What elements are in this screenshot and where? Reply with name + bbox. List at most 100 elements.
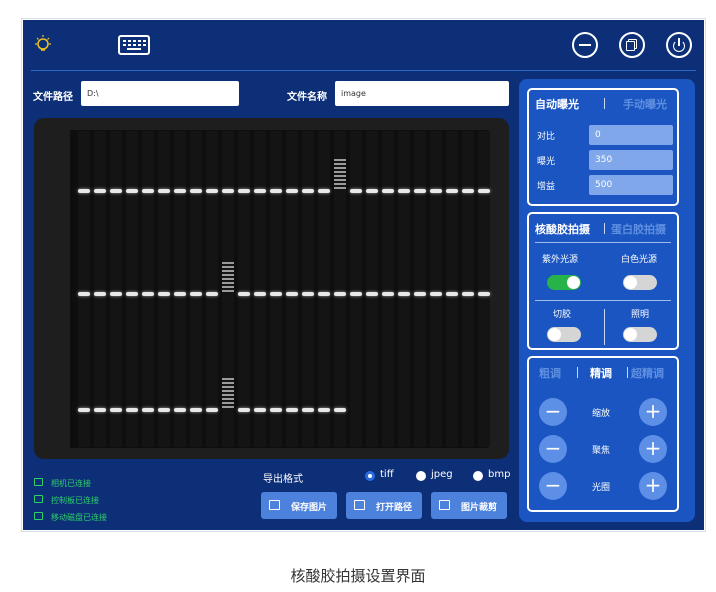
gain-field[interactable]: 500 xyxy=(589,175,673,195)
tab-coarse[interactable]: 粗调 xyxy=(539,365,561,381)
tab-nucleic-acid[interactable]: 核酸胶拍摄 xyxy=(535,221,590,237)
gel-band xyxy=(110,292,122,296)
exposure-field[interactable]: 350 xyxy=(589,150,673,170)
figure-caption: 核酸胶拍摄设置界面 xyxy=(290,567,426,585)
contrast-field[interactable]: 0 xyxy=(589,125,673,145)
gel-lane xyxy=(446,131,458,447)
gel-lane xyxy=(126,131,138,447)
gel-lane xyxy=(238,131,250,447)
capture-box: 核酸胶拍摄 蛋白胶拍摄 紫外光源 白色光源 切胶 照明 xyxy=(527,212,679,350)
gel-band xyxy=(478,189,490,193)
board-status: 控制板已连接 xyxy=(51,496,99,505)
focus-plus-button[interactable]: + xyxy=(639,435,667,463)
gel-band xyxy=(222,189,234,193)
exposure-box: 自动曝光 手动曝光 对比 0 曝光 350 增益 500 xyxy=(527,88,679,206)
restore-icon[interactable] xyxy=(619,32,645,58)
radio-jpeg[interactable] xyxy=(416,471,426,481)
gel-band xyxy=(190,189,202,193)
gel-band xyxy=(94,408,106,412)
illumination-toggle[interactable] xyxy=(623,327,657,342)
gel-band xyxy=(206,292,218,296)
top-toolbar xyxy=(23,20,704,70)
gel-band xyxy=(190,408,202,412)
gel-cut-label: 切胶 xyxy=(553,310,572,320)
crop-image-button[interactable]: 图片裁剪 xyxy=(431,492,507,519)
aperture-plus-button[interactable]: + xyxy=(639,472,667,500)
gel-image-viewer[interactable] xyxy=(34,118,509,459)
gel-lane xyxy=(318,131,330,447)
ladder-band xyxy=(222,378,234,380)
white-light-label: 白色光源 xyxy=(621,255,658,265)
white-light-toggle[interactable] xyxy=(623,275,657,290)
gel-lane xyxy=(414,131,426,447)
gel-band xyxy=(142,292,154,296)
gel-band xyxy=(254,408,266,412)
gel-band xyxy=(158,408,170,412)
radio-tiff[interactable] xyxy=(365,471,375,481)
ladder-band xyxy=(222,382,234,384)
ladder-band xyxy=(334,175,346,177)
gel-band xyxy=(174,408,186,412)
contrast-label: 对比 xyxy=(537,132,556,142)
keyboard-icon[interactable] xyxy=(118,35,150,55)
gel-band xyxy=(398,189,410,193)
gel-band xyxy=(174,189,186,193)
disk-status: 移动磁盘已连接 xyxy=(51,513,107,522)
ladder-band xyxy=(334,187,346,189)
gel-band xyxy=(302,408,314,412)
control-board-icon xyxy=(34,495,43,503)
uv-light-label: 紫外光源 xyxy=(542,255,579,265)
uv-light-toggle[interactable] xyxy=(547,275,581,290)
aperture-minus-button[interactable]: − xyxy=(539,472,567,500)
focus-minus-button[interactable]: − xyxy=(539,435,567,463)
tab-separator xyxy=(627,367,628,378)
gel-band xyxy=(158,292,170,296)
export-format-label: 导出格式 xyxy=(263,474,303,485)
gel-band xyxy=(158,189,170,193)
gel-lane xyxy=(302,131,314,447)
gel-band xyxy=(190,292,202,296)
camera-icon xyxy=(34,478,43,486)
ladder-band xyxy=(222,270,234,272)
ladder-band xyxy=(334,171,346,173)
gel-lane xyxy=(270,131,282,447)
ladder-band xyxy=(334,179,346,181)
gel-band xyxy=(414,189,426,193)
gel-band xyxy=(78,408,90,412)
gel-band xyxy=(254,292,266,296)
power-icon[interactable] xyxy=(666,32,692,58)
gel-lane xyxy=(398,131,410,447)
file-name-input[interactable] xyxy=(335,81,509,106)
gel-band xyxy=(94,189,106,193)
gel-lane xyxy=(430,131,442,447)
gel-band xyxy=(446,292,458,296)
tab-fine[interactable]: 精调 xyxy=(590,365,612,381)
gel-cut-toggle[interactable] xyxy=(547,327,581,342)
ladder-band xyxy=(334,183,346,185)
file-path-label: 文件路径 xyxy=(33,92,73,103)
tab-protein[interactable]: 蛋白胶拍摄 xyxy=(611,221,666,237)
tab-auto-exposure[interactable]: 自动曝光 xyxy=(535,96,579,112)
zoom-plus-button[interactable]: + xyxy=(639,398,667,426)
gel-band xyxy=(382,292,394,296)
radio-jpeg-label: jpeg xyxy=(431,469,453,480)
ladder-band xyxy=(334,167,346,169)
gel-band xyxy=(238,189,250,193)
bulb-icon[interactable] xyxy=(33,34,53,56)
save-image-button[interactable]: 保存图片 xyxy=(261,492,337,519)
zoom-minus-button[interactable]: − xyxy=(539,398,567,426)
tab-manual-exposure[interactable]: 手动曝光 xyxy=(623,96,667,112)
ladder-band xyxy=(222,406,234,408)
gel-band xyxy=(142,408,154,412)
gel-band xyxy=(478,292,490,296)
open-path-button[interactable]: 打开路径 xyxy=(346,492,422,519)
radio-bmp[interactable] xyxy=(473,471,483,481)
ladder-band xyxy=(222,286,234,288)
gel-band xyxy=(446,189,458,193)
file-path-input[interactable] xyxy=(81,81,239,106)
gel-lane xyxy=(190,131,202,447)
gel-band xyxy=(462,189,474,193)
minimize-icon[interactable] xyxy=(572,32,598,58)
gel-band xyxy=(142,189,154,193)
tab-superfine[interactable]: 超精调 xyxy=(631,365,664,381)
